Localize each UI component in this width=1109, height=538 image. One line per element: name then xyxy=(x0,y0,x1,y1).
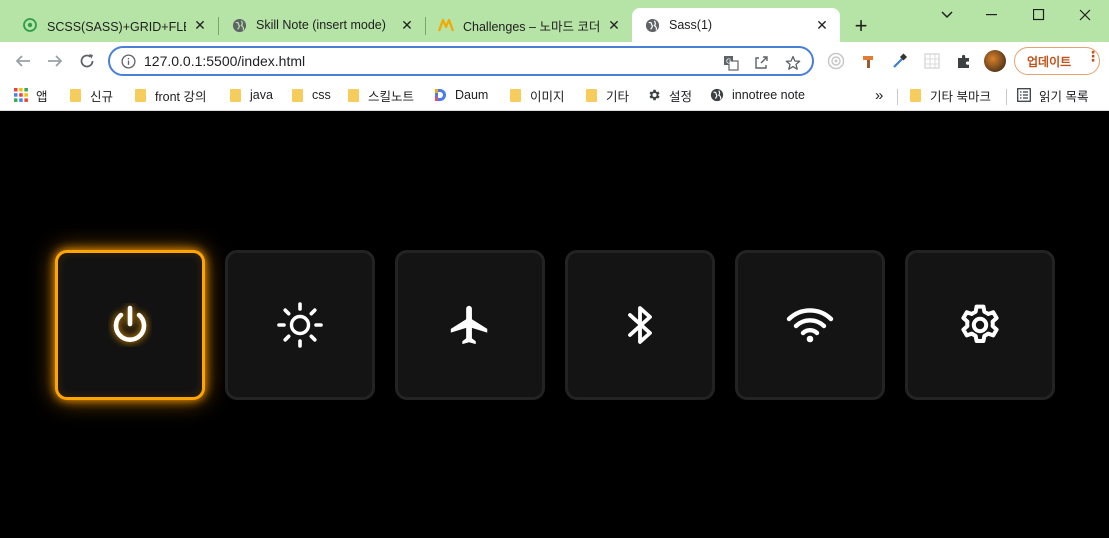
apps-grid-icon xyxy=(14,88,28,102)
brightness-tile[interactable] xyxy=(225,250,375,400)
bookmark-label: css xyxy=(312,88,331,102)
bookmark-label: 기타 xyxy=(606,89,630,104)
wifi-tile[interactable] xyxy=(735,250,885,400)
page-content xyxy=(0,112,1109,538)
nomad-logo-icon xyxy=(438,17,454,33)
globe-icon xyxy=(644,17,660,33)
folder-icon xyxy=(290,88,304,102)
bookmark-apps[interactable]: 앱 xyxy=(14,84,48,106)
back-button[interactable] xyxy=(10,48,36,74)
extension-target-icon[interactable] xyxy=(826,51,846,71)
new-tab-button[interactable]: + xyxy=(848,13,874,39)
tab-sass-active[interactable]: Sass(1) ✕ xyxy=(632,8,840,42)
bookmark-label: 스킬노트 xyxy=(368,89,415,104)
bookmark-label: java xyxy=(250,88,273,102)
reload-button[interactable] xyxy=(74,48,100,74)
site-info-icon[interactable] xyxy=(120,53,136,69)
bookmarks-divider xyxy=(897,89,898,105)
bookmark-innotree[interactable]: innotree note xyxy=(710,84,805,106)
wifi-icon xyxy=(786,308,834,343)
bluetooth-icon xyxy=(628,306,652,344)
svg-text:G: G xyxy=(726,58,731,66)
bookmark-label: 읽기 목록 xyxy=(1039,89,1089,104)
bookmark-folder-new[interactable]: 신규 xyxy=(68,84,113,106)
extension-eyedropper-icon[interactable] xyxy=(890,51,910,71)
url-input[interactable] xyxy=(144,53,704,69)
folder-icon xyxy=(508,88,522,102)
daum-logo-icon xyxy=(433,88,447,102)
gear-icon xyxy=(961,304,999,343)
bookmarks-bar: 앱 신규 front 강의 java css 스킬노트 Daum 이미지 기타 … xyxy=(0,80,1109,111)
minimize-button[interactable] xyxy=(969,0,1015,30)
tab-title: Sass(1) xyxy=(669,18,713,32)
bookmark-star-icon[interactable] xyxy=(784,54,802,72)
extension-hammer-icon[interactable] xyxy=(858,51,878,71)
reading-list-icon xyxy=(1017,88,1031,102)
bookmark-label: 이미지 xyxy=(530,89,565,104)
bookmark-folder-java[interactable]: java xyxy=(228,84,273,106)
maximize-button[interactable] xyxy=(1016,0,1062,30)
target-favicon-icon xyxy=(22,17,38,33)
close-tab-icon[interactable]: ✕ xyxy=(606,17,622,33)
tab-skill-note[interactable]: Skill Note (insert mode) ✕ xyxy=(219,8,425,42)
translate-icon[interactable]: G xyxy=(722,54,740,72)
folder-icon xyxy=(584,88,598,102)
settings-tile[interactable] xyxy=(905,250,1055,400)
tab-strip: SCSS(SASS)+GRID+FLEX 실 ✕ Skill Note (ins… xyxy=(0,0,1109,42)
airplane-mode-tile[interactable] xyxy=(395,250,545,400)
bookmark-label: 기타 북마크 xyxy=(930,89,991,104)
power-icon xyxy=(113,305,147,343)
reading-list-button[interactable]: 읽기 목록 xyxy=(1017,84,1088,106)
bluetooth-tile[interactable] xyxy=(565,250,715,400)
globe-icon xyxy=(710,88,724,102)
globe-icon xyxy=(231,17,247,33)
close-window-button[interactable] xyxy=(1062,0,1108,30)
bookmark-folder-front[interactable]: front 강의 xyxy=(133,84,207,106)
folder-icon xyxy=(346,88,360,102)
bookmark-folder-skillnote[interactable]: 스킬노트 xyxy=(346,84,414,106)
tab-scss-sass-grid-flex[interactable]: SCSS(SASS)+GRID+FLEX 실 ✕ xyxy=(10,8,218,42)
more-menu-icon[interactable]: ⋮ xyxy=(1086,49,1100,63)
bookmark-label: 앱 xyxy=(36,89,48,104)
close-tab-icon[interactable]: ✕ xyxy=(192,17,208,33)
bookmark-daum[interactable]: Daum xyxy=(433,84,488,106)
close-tab-icon[interactable]: ✕ xyxy=(814,17,830,33)
bookmark-label: front 강의 xyxy=(155,89,207,104)
chevron-down-icon[interactable] xyxy=(924,0,970,30)
extension-grid-icon[interactable] xyxy=(922,51,942,71)
bookmark-label: 신규 xyxy=(90,89,114,104)
update-button-label: 업데이트 xyxy=(1027,54,1072,69)
bookmark-folder-images[interactable]: 이미지 xyxy=(508,84,565,106)
bookmark-label: innotree note xyxy=(732,88,805,102)
bookmarks-divider xyxy=(1006,89,1007,105)
airplane-icon xyxy=(450,305,488,345)
tab-nomad-challenges[interactable]: Challenges – 노마드 코더 ✕ xyxy=(426,8,632,42)
share-icon[interactable] xyxy=(752,54,770,72)
bookmark-settings[interactable]: 설정 xyxy=(647,84,692,106)
avatar[interactable] xyxy=(984,50,1006,72)
bookmark-label: 설정 xyxy=(669,89,693,104)
close-tab-icon[interactable]: ✕ xyxy=(399,17,415,33)
bookmark-label: Daum xyxy=(455,88,489,102)
tab-title: Skill Note (insert mode) xyxy=(256,18,386,32)
bookmark-folder-other[interactable]: 기타 북마크 xyxy=(908,84,991,106)
power-tile[interactable] xyxy=(55,250,205,400)
update-button[interactable]: 업데이트 ⋮ xyxy=(1014,47,1100,75)
gear-icon xyxy=(647,88,661,102)
forward-button[interactable] xyxy=(42,48,68,74)
address-bar[interactable]: G xyxy=(108,46,814,76)
folder-icon xyxy=(68,88,82,102)
tab-title: Challenges – 노마드 코더 xyxy=(463,19,600,34)
extensions-puzzle-icon[interactable] xyxy=(954,51,974,71)
tab-title: SCSS(SASS)+GRID+FLEX 실 xyxy=(47,19,186,34)
folder-icon xyxy=(228,88,242,102)
bookmark-folder-etc[interactable]: 기타 xyxy=(584,84,629,106)
folder-icon xyxy=(908,88,922,102)
folder-icon xyxy=(133,88,147,102)
browser-toolbar: G 업데이트 ⋮ xyxy=(0,42,1109,80)
sun-icon xyxy=(277,302,323,348)
bookmarks-overflow-button[interactable]: » xyxy=(875,84,883,106)
bookmark-folder-css[interactable]: css xyxy=(290,84,331,106)
